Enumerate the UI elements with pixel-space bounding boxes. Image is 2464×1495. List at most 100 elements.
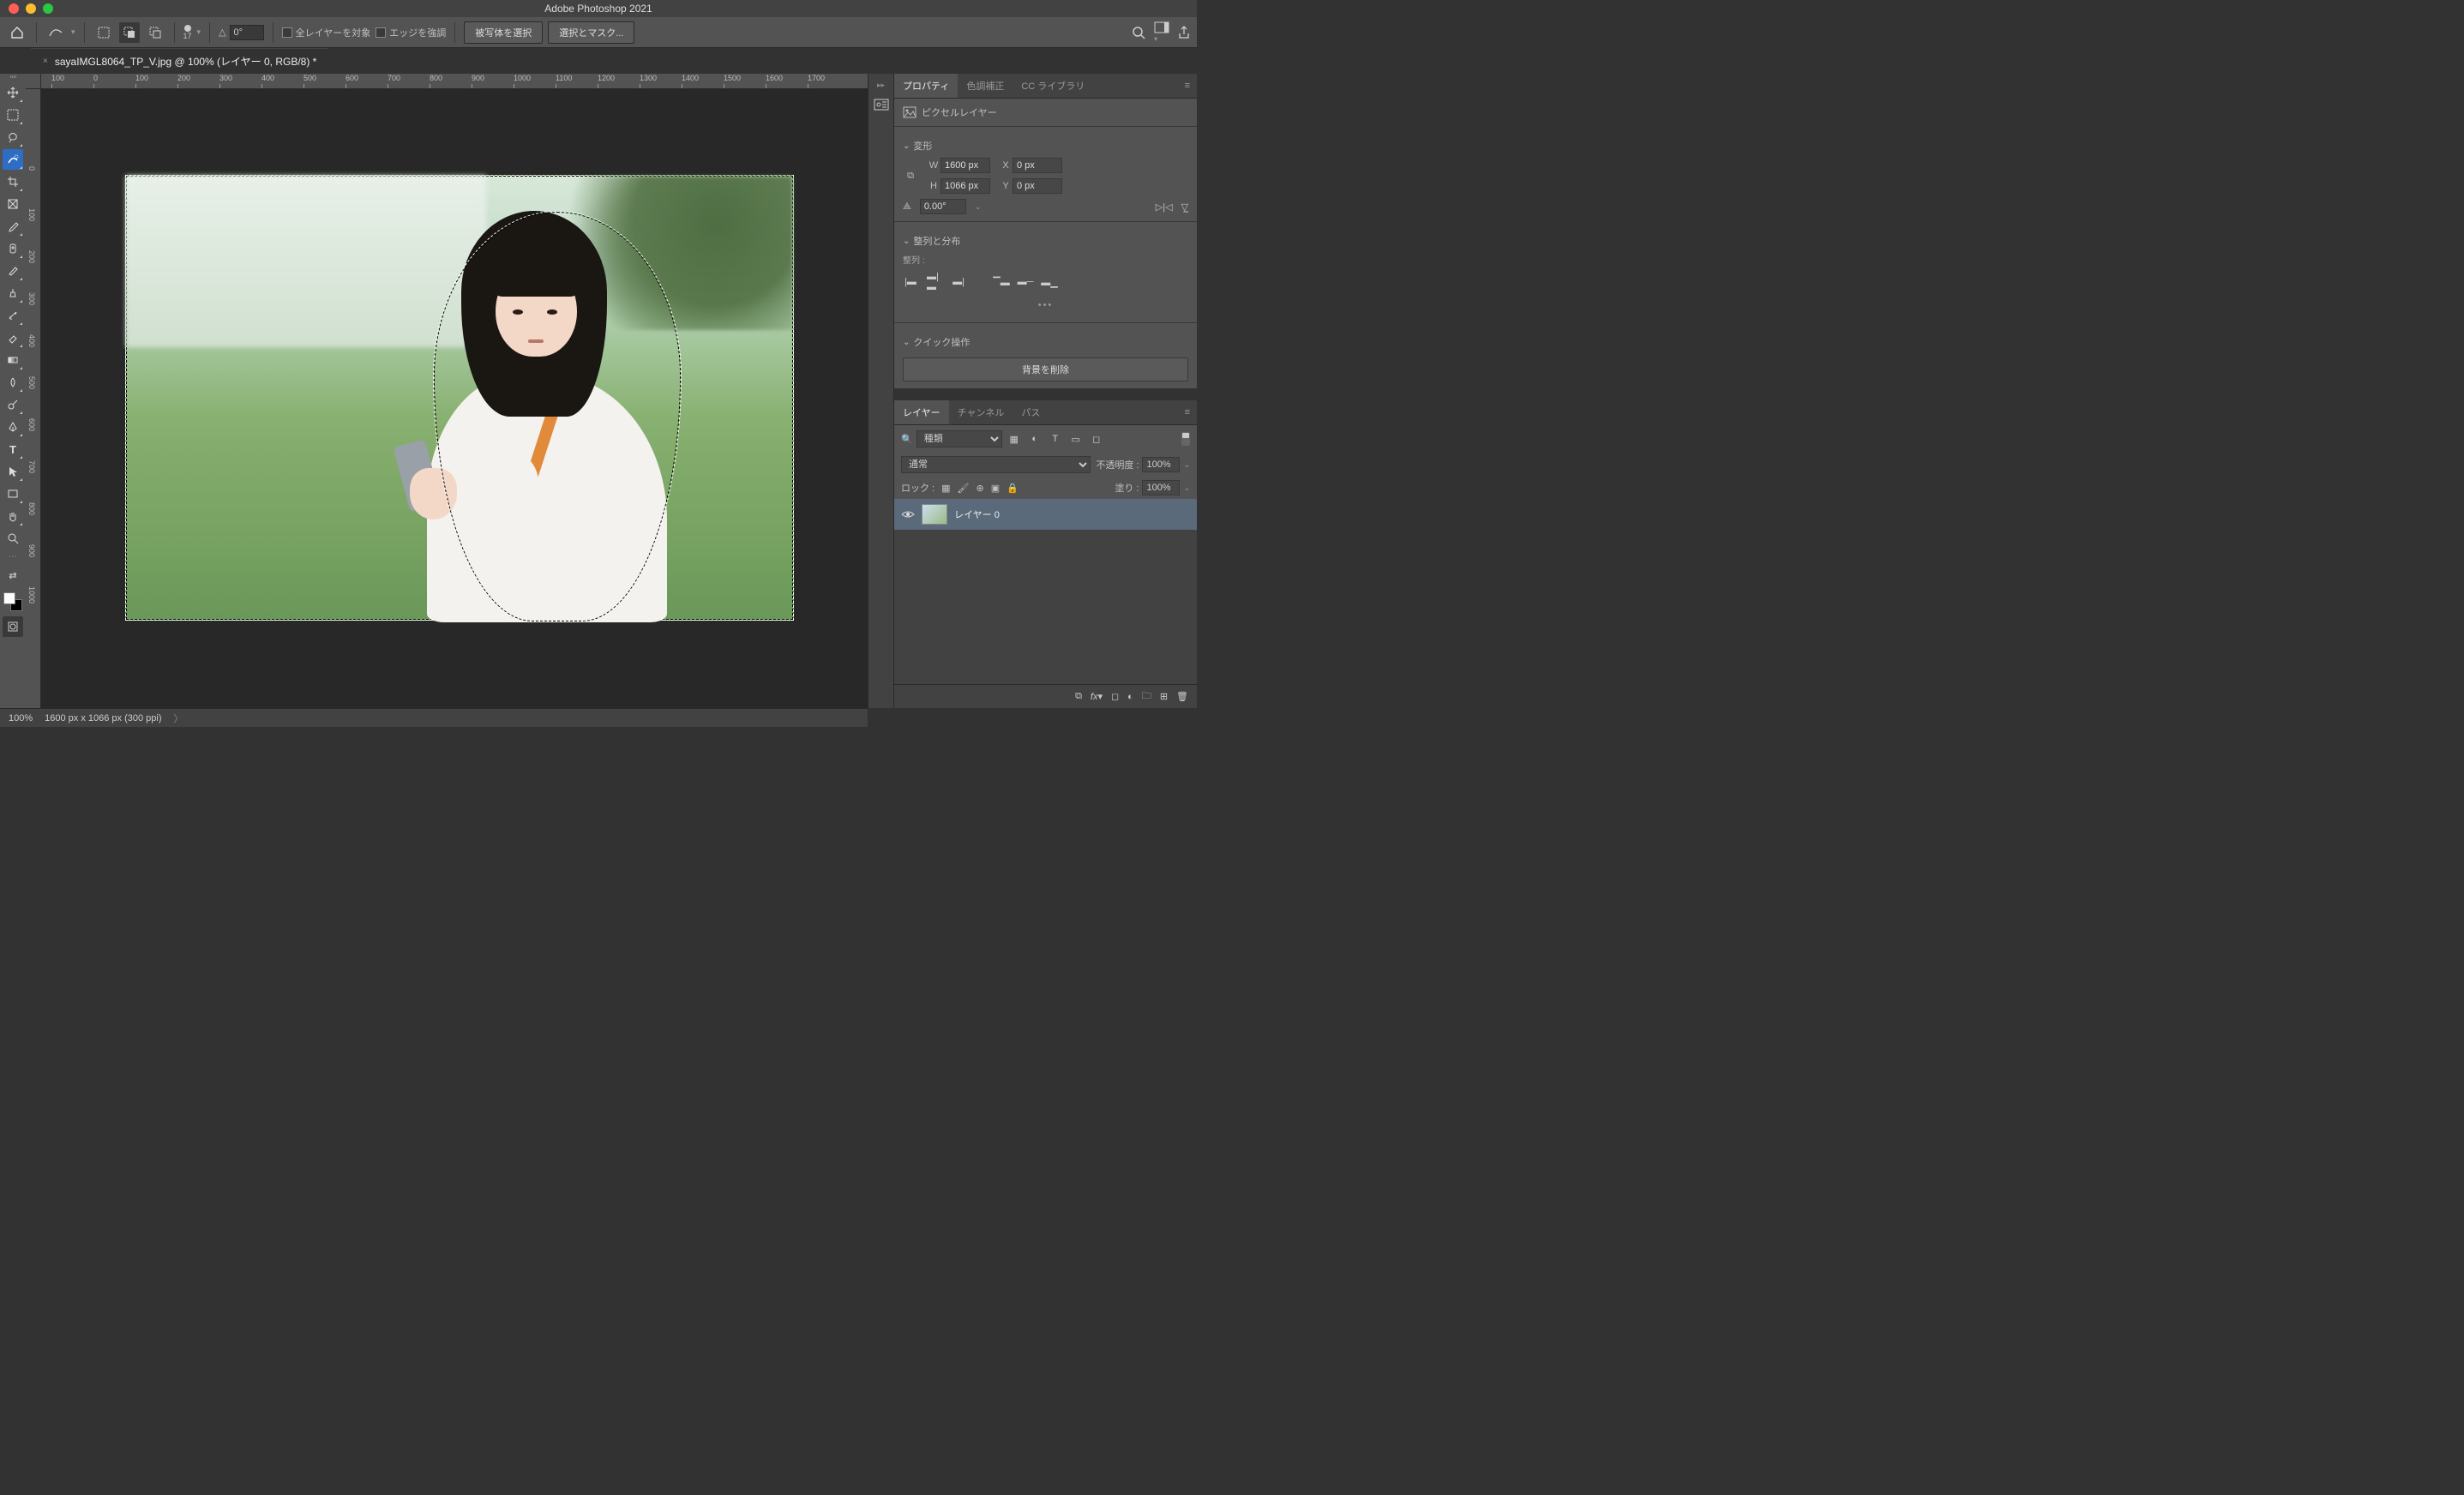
new-selection-icon[interactable] <box>93 22 114 43</box>
layer-fx-icon[interactable]: fx▾ <box>1091 691 1103 702</box>
link-dimensions-icon[interactable]: ⧉ <box>903 171 918 182</box>
home-button[interactable] <box>7 22 27 43</box>
filter-adjustment-icon[interactable]: ◐ <box>1026 432 1043 446</box>
document-tab[interactable]: × sayaIMGL8064_TP_V.jpg @ 100% (レイヤー 0, … <box>31 48 328 74</box>
tool-preset-picker[interactable] <box>45 22 66 43</box>
layer-list[interactable]: レイヤー 0 <box>894 499 1197 684</box>
tab-channels[interactable]: チャンネル <box>949 400 1013 424</box>
frame-tool[interactable] <box>3 194 23 214</box>
panel-menu-icon[interactable]: ≡ <box>1178 81 1197 91</box>
more-options-icon[interactable]: ••• <box>903 295 1188 315</box>
minimize-window-button[interactable] <box>26 3 36 14</box>
brush-tool[interactable] <box>3 261 23 281</box>
quick-mask-toggle[interactable] <box>3 616 23 637</box>
transform-section-header[interactable]: 変形 <box>903 134 1188 158</box>
filter-shape-icon[interactable]: ▭ <box>1067 432 1085 446</box>
zoom-tool[interactable] <box>3 528 23 549</box>
zoom-level[interactable]: 100% <box>9 713 33 723</box>
move-tool[interactable] <box>3 82 23 103</box>
select-subject-button[interactable]: 被写体を選択 <box>464 21 543 44</box>
clone-stamp-tool[interactable] <box>3 283 23 303</box>
dock-icon[interactable] <box>874 99 889 111</box>
angle-input[interactable] <box>230 25 264 40</box>
layer-group-icon[interactable]: 🗀 <box>1142 688 1151 705</box>
type-tool[interactable]: T <box>3 439 23 459</box>
tab-layers[interactable]: レイヤー <box>894 400 949 424</box>
pen-tool[interactable] <box>3 417 23 437</box>
lock-transparency-icon[interactable]: ▦ <box>941 483 950 494</box>
marquee-tool[interactable] <box>3 105 23 125</box>
align-bottom-icon[interactable]: ▬▁ <box>1042 274 1057 290</box>
flip-vertical-icon[interactable]: ▽̲ <box>1181 201 1188 213</box>
filter-smartobj-icon[interactable]: ◻ <box>1088 432 1105 446</box>
panel-menu-icon[interactable]: ≡ <box>1178 407 1197 417</box>
x-input[interactable] <box>1013 158 1062 173</box>
dodge-tool[interactable] <box>3 394 23 415</box>
crop-tool[interactable] <box>3 171 23 192</box>
layer-mask-icon[interactable]: ◻ <box>1111 691 1119 702</box>
rectangle-tool[interactable] <box>3 483 23 504</box>
history-brush-tool[interactable] <box>3 305 23 326</box>
eyedropper-tool[interactable] <box>3 216 23 237</box>
align-hcenter-icon[interactable]: ▬|▬ <box>927 274 942 290</box>
align-right-icon[interactable]: ▬| <box>951 274 966 290</box>
select-and-mask-button[interactable]: 選択とマスク... <box>548 21 634 44</box>
blend-mode-select[interactable]: 通常 <box>901 456 1091 473</box>
align-vcenter-icon[interactable]: ▬─ <box>1018 274 1033 290</box>
y-input[interactable] <box>1013 178 1062 194</box>
path-selection-tool[interactable] <box>3 461 23 482</box>
layer-thumbnail[interactable] <box>922 504 947 525</box>
tab-paths[interactable]: パス <box>1013 400 1049 424</box>
lock-image-icon[interactable]: 🖌 <box>958 483 970 494</box>
align-section-header[interactable]: 整列と分布 <box>903 229 1188 253</box>
zoom-window-button[interactable] <box>43 3 53 14</box>
share-icon[interactable] <box>1178 26 1190 39</box>
close-window-button[interactable] <box>9 3 19 14</box>
align-top-icon[interactable]: ▔▬ <box>994 274 1009 290</box>
width-input[interactable] <box>941 158 990 173</box>
lock-all-icon[interactable]: 🔒 <box>1007 483 1019 494</box>
status-flyout-icon[interactable]: 〉 <box>174 711 183 725</box>
layer-row[interactable]: レイヤー 0 <box>894 499 1197 530</box>
enhance-edge-checkbox[interactable]: エッジを強調 <box>376 26 446 39</box>
lasso-tool[interactable] <box>3 127 23 147</box>
fill-input[interactable] <box>1142 480 1180 495</box>
lock-position-icon[interactable]: ⊕ <box>977 483 984 494</box>
horizontal-ruler[interactable]: 1000100200300400500600700800900100011001… <box>41 74 868 89</box>
link-layers-icon[interactable]: ⧉ <box>1075 691 1082 702</box>
document-canvas[interactable] <box>41 89 868 708</box>
adjustment-layer-icon[interactable]: ◐ <box>1127 692 1133 702</box>
quick-actions-header[interactable]: クイック操作 <box>903 330 1188 354</box>
remove-background-button[interactable]: 背景を削除 <box>903 357 1188 381</box>
rotation-input[interactable] <box>920 199 966 214</box>
delete-layer-icon[interactable]: 🗑 <box>1176 691 1188 702</box>
filter-kind-select[interactable]: 種類 <box>916 430 1002 447</box>
vertical-ruler[interactable]: 01002003004005006007008009001000 <box>26 89 41 708</box>
color-swatch[interactable] <box>3 592 22 611</box>
layer-visibility-icon[interactable] <box>901 509 915 519</box>
eraser-tool[interactable] <box>3 327 23 348</box>
healing-brush-tool[interactable] <box>3 238 23 259</box>
foreground-color-swatch[interactable] <box>3 592 15 604</box>
flip-horizontal-icon[interactable]: ▷|◁ <box>1156 201 1173 213</box>
lock-artboard-icon[interactable]: ▣ <box>991 483 1000 494</box>
add-to-selection-icon[interactable] <box>119 22 140 43</box>
tab-adjustments[interactable]: 色調補正 <box>958 74 1013 98</box>
tab-cc-libraries[interactable]: CC ライブラリ <box>1013 74 1093 98</box>
blur-tool[interactable] <box>3 372 23 393</box>
filter-type-icon[interactable]: T <box>1047 432 1064 446</box>
filter-pixel-icon[interactable]: ▦ <box>1006 432 1023 446</box>
tab-properties[interactable]: プロパティ <box>894 74 958 98</box>
hand-tool[interactable] <box>3 506 23 526</box>
brush-angle-field[interactable]: △ <box>219 25 263 40</box>
align-left-icon[interactable]: |▬ <box>903 274 918 290</box>
workspace-switcher-icon[interactable]: ▾ <box>1154 21 1169 44</box>
layer-name[interactable]: レイヤー 0 <box>954 507 1000 521</box>
tab-close-icon[interactable]: × <box>43 57 48 66</box>
search-icon[interactable] <box>1132 26 1145 39</box>
quick-selection-tool[interactable] <box>3 149 23 170</box>
brush-preset-picker[interactable]: 17 <box>183 25 192 40</box>
image-with-selection[interactable] <box>125 175 794 621</box>
height-input[interactable] <box>941 178 990 194</box>
sample-all-layers-checkbox[interactable]: 全レイヤーを対象 <box>282 26 371 39</box>
